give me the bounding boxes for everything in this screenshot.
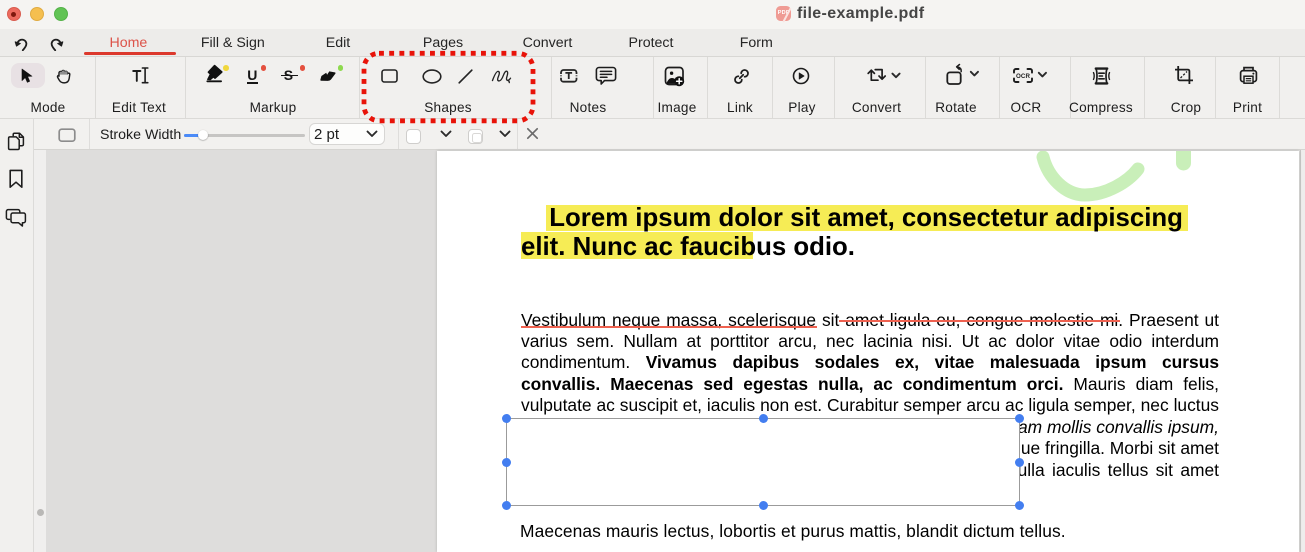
svg-text:OCR: OCR: [1016, 73, 1030, 80]
